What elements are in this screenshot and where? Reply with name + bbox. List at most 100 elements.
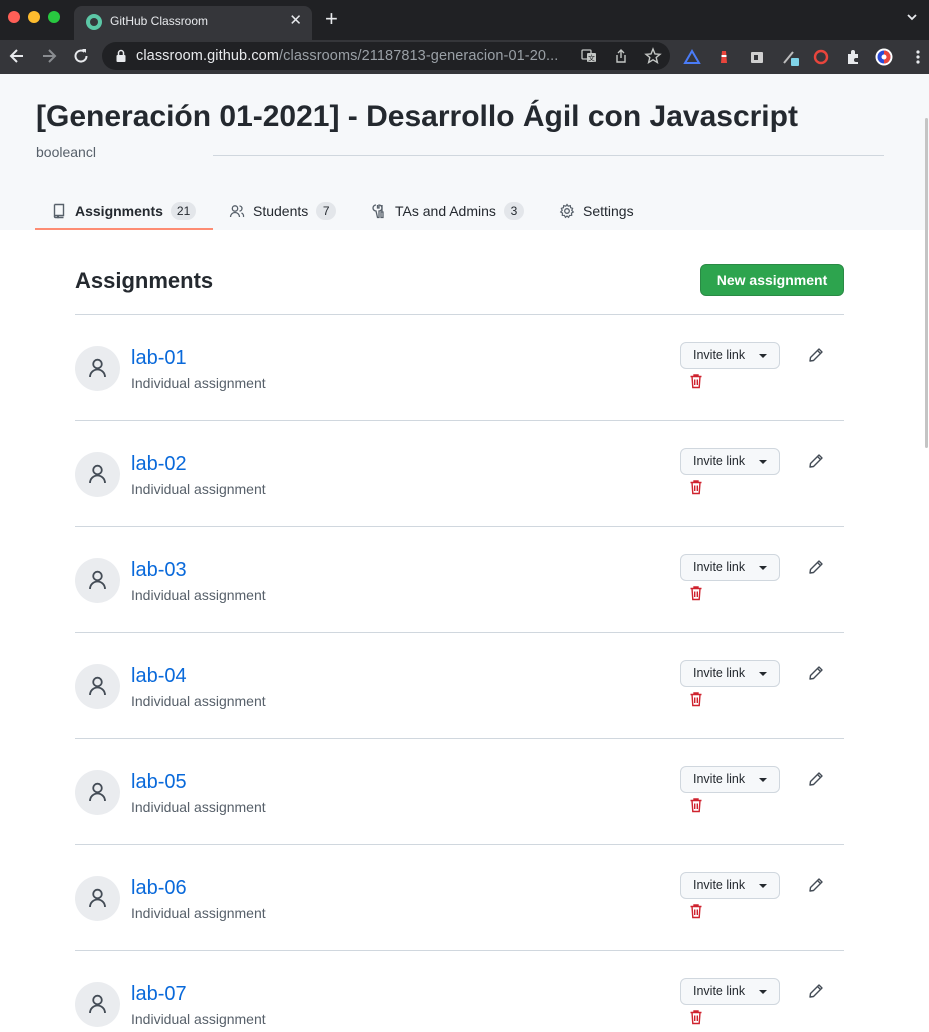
extension-triangle-icon[interactable]	[683, 48, 701, 66]
window-zoom-button[interactable]	[48, 11, 60, 23]
pencil-icon[interactable]	[808, 877, 824, 893]
extension-ring-icon[interactable]	[812, 48, 830, 66]
assignment-title-link[interactable]: lab-06	[131, 877, 187, 900]
assignment-title-link[interactable]: lab-02	[131, 453, 187, 476]
tab-close-icon[interactable]: ✕	[289, 12, 302, 30]
gear-icon	[559, 203, 575, 219]
invite-link-label: Invite link	[693, 984, 746, 998]
page-scrollbar[interactable]	[925, 118, 928, 448]
assignment-row: lab-05 Individual assignment Invite link	[75, 739, 844, 845]
share-icon[interactable]	[613, 48, 629, 64]
github-favicon	[86, 14, 102, 30]
classroom-header: [Generación 01-2021] - Desarrollo Ágil c…	[0, 74, 929, 230]
caret-down-icon	[759, 566, 767, 570]
assignment-avatar	[75, 770, 120, 815]
book-icon	[53, 203, 65, 219]
assignment-type: Individual assignment	[131, 905, 266, 921]
assignment-row: lab-03 Individual assignment Invite link	[75, 527, 844, 633]
assignment-avatar	[75, 664, 120, 709]
trash-icon[interactable]	[688, 691, 704, 707]
tab-counter: 3	[503, 202, 524, 220]
invite-link-label: Invite link	[693, 878, 746, 892]
pencil-icon[interactable]	[808, 559, 824, 575]
trash-icon[interactable]	[688, 585, 704, 601]
caret-down-icon	[759, 672, 767, 676]
invite-link-dropdown[interactable]: Invite link	[680, 660, 780, 687]
invite-link-dropdown[interactable]: Invite link	[680, 872, 780, 899]
assignment-type: Individual assignment	[131, 693, 266, 709]
assignment-title-link[interactable]: lab-03	[131, 559, 187, 582]
address-bar[interactable]: classroom.github.com/classrooms/21187813…	[102, 42, 670, 70]
assignment-type: Individual assignment	[131, 481, 266, 497]
extension-lighthouse-icon[interactable]	[715, 48, 733, 66]
pencil-icon[interactable]	[808, 771, 824, 787]
invite-link-label: Invite link	[693, 348, 746, 362]
person-icon	[89, 782, 106, 802]
assignment-title-link[interactable]: lab-05	[131, 771, 187, 794]
lock-icon[interactable]	[114, 49, 128, 63]
assignment-row: lab-07 Individual assignment Invite link	[75, 951, 844, 1032]
invite-link-dropdown[interactable]: Invite link	[680, 448, 780, 475]
extensions-icon[interactable]	[844, 48, 862, 66]
star-icon[interactable]	[644, 47, 662, 65]
person-icon	[89, 676, 106, 696]
pencil-icon[interactable]	[808, 453, 824, 469]
caret-down-icon	[759, 778, 767, 782]
person-icon	[89, 464, 106, 484]
menu-kebab-icon[interactable]	[909, 48, 927, 66]
tools-icon	[372, 204, 384, 219]
forward-arrow-icon[interactable]	[39, 46, 59, 66]
extension-pen-icon[interactable]	[781, 48, 799, 66]
assignment-type: Individual assignment	[131, 799, 266, 815]
person-icon	[89, 888, 106, 908]
tab-label: Assignments	[75, 203, 163, 219]
browser-toolbar: classroom.github.com/classrooms/21187813…	[0, 40, 929, 74]
trash-icon[interactable]	[688, 797, 704, 813]
caret-down-icon	[759, 884, 767, 888]
trash-icon[interactable]	[688, 479, 704, 495]
extension-box-icon[interactable]	[748, 48, 766, 66]
section-title: Assignments	[75, 268, 214, 293]
invite-link-dropdown[interactable]: Invite link	[680, 766, 780, 793]
window-minimize-button[interactable]	[28, 11, 40, 23]
assignment-avatar	[75, 346, 120, 391]
invite-link-label: Invite link	[693, 772, 746, 786]
person-icon	[89, 358, 106, 378]
assignment-type: Individual assignment	[131, 375, 266, 391]
browser-tab[interactable]: GitHub Classroom ✕	[74, 6, 312, 40]
organization-name[interactable]: booleancl	[36, 144, 96, 160]
window-close-button[interactable]	[8, 11, 20, 23]
tab-students[interactable]: Students 7	[229, 196, 337, 226]
back-arrow-icon[interactable]	[7, 46, 27, 66]
person-icon	[89, 570, 106, 590]
assignment-title-link[interactable]: lab-01	[131, 347, 187, 370]
invite-link-dropdown[interactable]: Invite link	[680, 978, 780, 1005]
translate-icon[interactable]: 文	[581, 48, 597, 64]
new-assignment-button[interactable]: New assignment	[700, 264, 844, 296]
assignment-avatar	[75, 982, 120, 1027]
tab-title: GitHub Classroom	[110, 14, 209, 28]
invite-link-dropdown[interactable]: Invite link	[680, 554, 780, 581]
pencil-icon[interactable]	[808, 665, 824, 681]
pencil-icon[interactable]	[808, 347, 824, 363]
tab-tas-and-admins[interactable]: TAs and Admins 3	[371, 196, 524, 226]
assignment-title-link[interactable]: lab-07	[131, 983, 187, 1006]
pencil-icon[interactable]	[808, 983, 824, 999]
tab-settings[interactable]: Settings	[559, 196, 634, 226]
page-title: [Generación 01-2021] - Desarrollo Ágil c…	[36, 100, 798, 133]
profile-avatar[interactable]	[875, 48, 893, 66]
assignment-title-link[interactable]: lab-04	[131, 665, 187, 688]
tab-search-chevron-icon[interactable]	[905, 10, 919, 24]
assignment-avatar	[75, 876, 120, 921]
reload-icon[interactable]	[71, 46, 91, 66]
new-tab-icon[interactable]: +	[325, 6, 338, 32]
trash-icon[interactable]	[688, 903, 704, 919]
tab-assignments[interactable]: Assignments 21	[51, 196, 197, 226]
browser-tabbar: GitHub Classroom ✕ +	[0, 0, 929, 40]
url-text: classroom.github.com/classrooms/21187813…	[136, 48, 559, 64]
caret-down-icon	[759, 354, 767, 358]
assignment-avatar	[75, 558, 120, 603]
trash-icon[interactable]	[688, 1009, 704, 1025]
trash-icon[interactable]	[688, 373, 704, 389]
invite-link-dropdown[interactable]: Invite link	[680, 342, 780, 369]
